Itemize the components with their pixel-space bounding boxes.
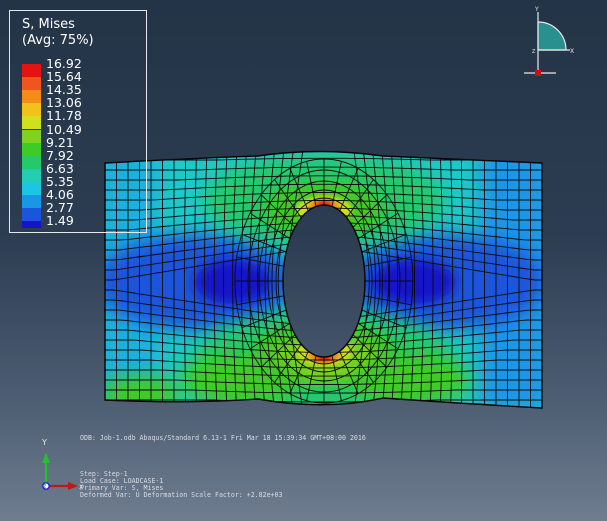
legend-level: 1.49	[22, 214, 137, 234]
stress-contour-plate	[105, 151, 542, 408]
legend-level: 6.63	[22, 161, 137, 182]
legend-swatch	[22, 103, 41, 117]
deformed-var-info-line: Deformed Var: U Deformation Scale Factor…	[80, 491, 283, 499]
legend-value: 1.49	[46, 213, 74, 229]
legend-swatch	[22, 221, 41, 229]
legend-level: 7.92	[22, 148, 137, 169]
csys-z-label: Z	[43, 484, 46, 490]
coordinate-triad: Y Z X	[41, 438, 83, 491]
legend-title: S, Mises (Avg: 75%)	[22, 17, 94, 49]
legend-swatch	[22, 116, 41, 130]
legend-averaging: (Avg: 75%)	[22, 33, 94, 48]
legend-swatch	[22, 77, 41, 91]
legend-level: 9.21	[22, 135, 137, 156]
odb-info-line: ODB: Job-1.odb Abaqus/Standard 6.13-1 Fr…	[80, 434, 366, 442]
triad-x-label: X	[570, 48, 574, 55]
csys-y-label: Y	[41, 438, 47, 447]
legend-level: 2.77	[22, 201, 137, 222]
legend-swatch	[22, 155, 41, 169]
legend-swatch	[22, 129, 41, 143]
legend-swatch	[22, 64, 41, 77]
legend-level: 10.49	[22, 122, 137, 143]
triad-z-label: Z	[532, 49, 536, 55]
legend-swatch	[22, 142, 41, 156]
legend-swatch	[22, 195, 41, 208]
legend-variable: S, Mises	[22, 17, 75, 32]
legend-swatch	[22, 90, 41, 104]
legend-level: 5.35	[22, 174, 137, 195]
legend-level: 4.06	[22, 188, 137, 208]
legend-swatch	[22, 168, 41, 182]
legend: S, Mises (Avg: 75%) 16.92 15.64 14.35 13.06…	[9, 10, 147, 233]
view-triad[interactable]: Y X Z	[520, 2, 582, 80]
legend-swatch	[22, 181, 41, 195]
triad-y-label: Y	[534, 6, 539, 13]
legend-swatch	[22, 208, 41, 222]
